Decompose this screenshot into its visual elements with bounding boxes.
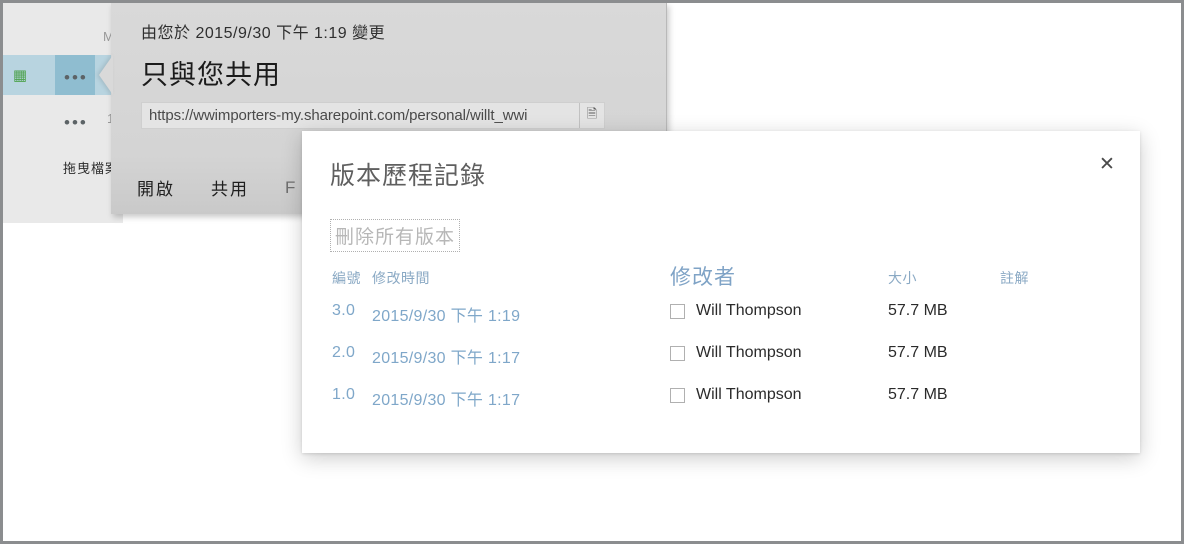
row-actions-button[interactable]: ••• [55, 55, 95, 95]
close-icon[interactable]: ✕ [1090, 147, 1124, 181]
screenshot-frame: M ▦ ••• ••• 1 拖曳檔案 由您於 2015/9/30 下午 1:19… [0, 0, 1184, 544]
cell-modified-by: Will Thompson [670, 386, 920, 404]
list-item[interactable]: M [3, 15, 123, 55]
share-url-text[interactable]: https://wwimporters-my.sharepoint.com/pe… [142, 107, 579, 124]
ellipsis-icon: ••• [64, 68, 88, 87]
column-header-size[interactable]: 大小 [888, 268, 1008, 288]
cell-modified[interactable]: 2015/9/30 下午 1:17 [372, 344, 662, 368]
cell-modified-by: Will Thompson [670, 302, 920, 320]
table-header-row: 編號 修改時間 修改者 大小 註解 [330, 266, 1110, 298]
callout-modified-info: 由您於 2015/9/30 下午 1:19 變更 [141, 25, 386, 42]
callout-title: 只與您共用 [141, 60, 281, 90]
open-button[interactable]: 開啟 [137, 175, 175, 200]
callout-action-bar: 開啟 共用 F [137, 175, 297, 200]
cell-modified-by-label: Will Thompson [696, 302, 802, 319]
cell-modified[interactable]: 2015/9/30 下午 1:17 [372, 386, 662, 410]
page-title: 版本歷程記錄 [330, 162, 487, 190]
more-actions-button[interactable]: F [285, 178, 297, 198]
cell-modified-by-label: Will Thompson [696, 344, 802, 361]
column-header-comments[interactable]: 註解 [1000, 268, 1110, 288]
table-row[interactable]: 1.0 2015/9/30 下午 1:17 Will Thompson 57.7… [330, 382, 1110, 424]
excel-file-icon: ▦ [12, 66, 28, 84]
cell-modified-by: Will Thompson [670, 344, 920, 362]
file-list: M ▦ ••• ••• 1 [3, 3, 123, 223]
cell-version[interactable]: 3.0 [332, 302, 372, 320]
callout-pointer-arrow [99, 55, 113, 95]
cell-version[interactable]: 1.0 [332, 386, 372, 404]
cell-modified[interactable]: 2015/9/30 下午 1:19 [372, 302, 662, 326]
table-row[interactable]: 3.0 2015/9/30 下午 1:19 Will Thompson 57.7… [330, 298, 1110, 340]
row-checkbox[interactable] [670, 345, 685, 361]
column-header-version[interactable]: 編號 [332, 268, 372, 288]
cell-size: 57.7 MB [888, 386, 948, 403]
share-url-field[interactable]: https://wwimporters-my.sharepoint.com/pe… [141, 102, 605, 129]
version-history-dialog: ✕ 版本歷程記錄 刪除所有版本 編號 修改時間 修改者 大小 註解 3.0 20… [302, 131, 1140, 453]
column-header-modified[interactable]: 修改時間 [372, 268, 662, 288]
row-checkbox[interactable] [670, 303, 685, 319]
cell-size: 57.7 MB [888, 302, 948, 319]
cell-modified-by-label: Will Thompson [696, 386, 802, 403]
cell-size: 57.7 MB [888, 344, 948, 361]
cell-version[interactable]: 2.0 [332, 344, 372, 362]
ellipsis-icon[interactable]: ••• [64, 114, 88, 131]
delete-all-versions-link[interactable]: 刪除所有版本 [330, 219, 461, 252]
table-row[interactable]: 2.0 2015/9/30 下午 1:17 Will Thompson 57.7… [330, 340, 1110, 382]
row-checkbox[interactable] [670, 387, 685, 403]
version-table: 編號 修改時間 修改者 大小 註解 3.0 2015/9/30 下午 1:19 … [330, 266, 1110, 424]
share-button[interactable]: 共用 [211, 175, 249, 200]
copy-link-icon[interactable]: 🗎 [579, 103, 604, 128]
list-item[interactable]: ••• 1 [3, 101, 123, 141]
column-header-modified-by[interactable]: 修改者 [670, 261, 920, 291]
